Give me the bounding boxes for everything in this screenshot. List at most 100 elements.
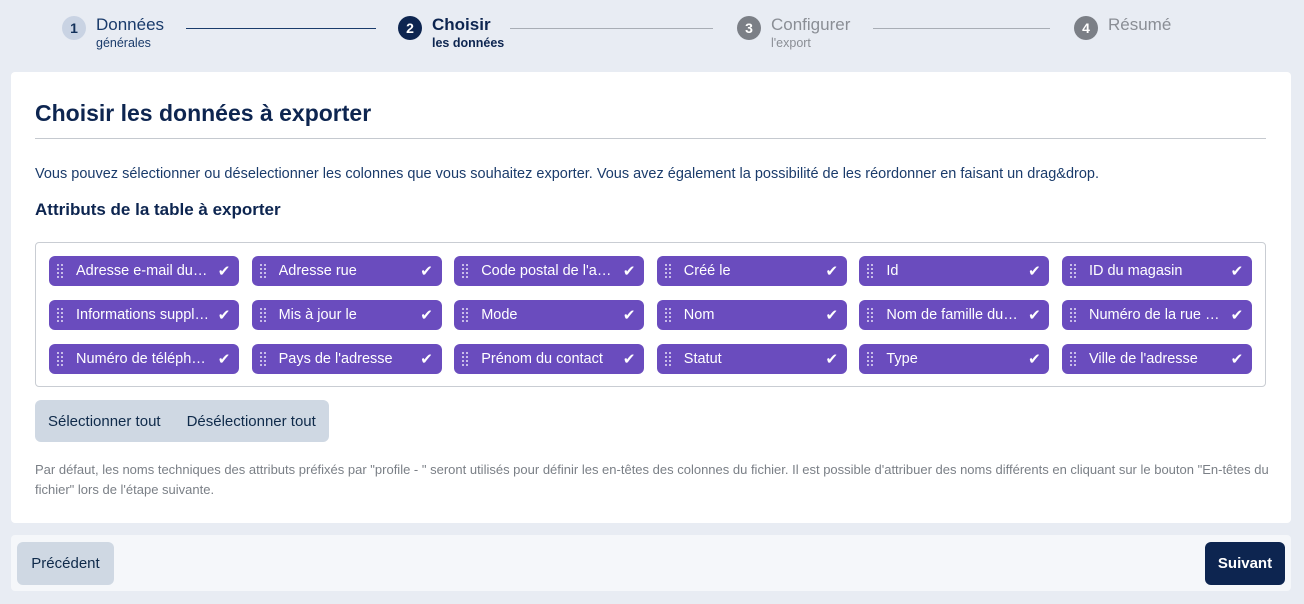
selection-button-group: Sélectionner tout Désélectionner tout bbox=[35, 400, 329, 442]
attribute-label: Adresse rue bbox=[278, 263, 357, 279]
main-card: Choisir les données à exporter Vous pouv… bbox=[11, 72, 1291, 523]
drag-handle-icon[interactable] bbox=[1069, 263, 1076, 279]
drag-handle-icon[interactable] bbox=[664, 307, 671, 323]
attribute-label: Nom de famille du c... bbox=[886, 307, 1022, 323]
step-title: Choisir bbox=[432, 15, 491, 34]
check-icon[interactable]: ✔ bbox=[622, 308, 636, 323]
attribute-chip[interactable]: Créé le ✔ bbox=[656, 256, 847, 286]
step-connector bbox=[186, 28, 376, 29]
attribute-chip[interactable]: Adresse rue ✔ bbox=[251, 256, 442, 286]
attribute-chip[interactable]: Id ✔ bbox=[859, 256, 1050, 286]
drag-handle-icon[interactable] bbox=[259, 351, 266, 367]
drag-handle-icon[interactable] bbox=[462, 263, 469, 279]
check-icon[interactable]: ✔ bbox=[420, 352, 434, 367]
check-icon[interactable]: ✔ bbox=[217, 352, 231, 367]
drag-handle-icon[interactable] bbox=[867, 307, 874, 323]
step-subtitle: l'export bbox=[771, 36, 811, 50]
check-icon[interactable]: ✔ bbox=[1027, 308, 1041, 323]
attribute-chip[interactable]: Nom ✔ bbox=[656, 300, 847, 330]
attribute-chip[interactable]: Adresse e-mail du c... ✔ bbox=[49, 256, 239, 286]
divider bbox=[35, 138, 1266, 139]
page-title: Choisir les données à exporter bbox=[35, 100, 372, 126]
attributes-grid: Adresse e-mail du c... ✔ Adresse rue ✔ Code … bbox=[49, 256, 1252, 374]
step-summary[interactable]: 4 Résumé bbox=[1074, 14, 1171, 40]
select-all-button[interactable]: Sélectionner tout bbox=[35, 400, 174, 442]
drag-handle-icon[interactable] bbox=[57, 307, 63, 323]
attribute-label: Numéro de la rue d... bbox=[1088, 307, 1224, 323]
check-icon[interactable]: ✔ bbox=[825, 352, 839, 367]
check-icon[interactable]: ✔ bbox=[1230, 264, 1244, 279]
step-number: 2 bbox=[398, 16, 422, 40]
step-number: 3 bbox=[737, 16, 761, 40]
attribute-chip[interactable]: Pays de l'adresse ✔ bbox=[251, 344, 442, 374]
attribute-label: Mis à jour le bbox=[278, 307, 357, 323]
drag-handle-icon[interactable] bbox=[1069, 307, 1076, 323]
section-title: Attributs de la table à exporter bbox=[35, 200, 281, 219]
attribute-chip[interactable]: Numéro de téléphone ✔ bbox=[49, 344, 239, 374]
attribute-chip[interactable]: Type ✔ bbox=[859, 344, 1050, 374]
attribute-chip[interactable]: Mode ✔ bbox=[454, 300, 645, 330]
check-icon[interactable]: ✔ bbox=[420, 264, 434, 279]
attribute-chip[interactable]: Mis à jour le ✔ bbox=[251, 300, 442, 330]
check-icon[interactable]: ✔ bbox=[1027, 352, 1041, 367]
attribute-label: Type bbox=[886, 351, 918, 367]
drag-handle-icon[interactable] bbox=[462, 307, 469, 323]
drag-handle-icon[interactable] bbox=[664, 351, 671, 367]
attributes-container: Adresse e-mail du c... ✔ Adresse rue ✔ Code … bbox=[35, 242, 1266, 387]
attribute-chip[interactable]: Code postal de l'adr... ✔ bbox=[454, 256, 645, 286]
attribute-label: Nom bbox=[683, 307, 715, 323]
check-icon[interactable]: ✔ bbox=[825, 264, 839, 279]
step-subtitle: générales bbox=[96, 36, 151, 50]
step-title: Données bbox=[96, 15, 165, 34]
check-icon[interactable]: ✔ bbox=[217, 264, 231, 279]
step-connector bbox=[510, 28, 713, 29]
attribute-label: Code postal de l'adr... bbox=[481, 263, 617, 279]
step-connector bbox=[873, 28, 1050, 29]
stepper: 1 Données générales 2 Choisir les donnée… bbox=[0, 0, 1304, 70]
next-button[interactable]: Suivant bbox=[1205, 542, 1285, 585]
attribute-chip[interactable]: Numéro de la rue d... ✔ bbox=[1061, 300, 1252, 330]
deselect-all-button[interactable]: Désélectionner tout bbox=[174, 400, 329, 442]
drag-handle-icon[interactable] bbox=[867, 263, 874, 279]
attribute-label: Pays de l'adresse bbox=[278, 351, 393, 367]
drag-handle-icon[interactable] bbox=[259, 263, 266, 279]
check-icon[interactable]: ✔ bbox=[420, 308, 434, 323]
step-number: 4 bbox=[1074, 16, 1098, 40]
previous-button[interactable]: Précédent bbox=[17, 542, 114, 585]
attribute-label: Prénom du contact bbox=[481, 351, 603, 367]
step-general-data[interactable]: 1 Données générales bbox=[62, 14, 164, 51]
step-subtitle: les données bbox=[432, 36, 505, 50]
attribute-chip[interactable]: Nom de famille du c... ✔ bbox=[859, 300, 1050, 330]
drag-handle-icon[interactable] bbox=[462, 351, 469, 367]
step-title: Configurer bbox=[771, 15, 851, 34]
attribute-chip[interactable]: ID du magasin ✔ bbox=[1061, 256, 1252, 286]
check-icon[interactable]: ✔ bbox=[1027, 264, 1041, 279]
attribute-label: Statut bbox=[683, 351, 722, 367]
check-icon[interactable]: ✔ bbox=[217, 308, 231, 323]
drag-handle-icon[interactable] bbox=[1069, 351, 1076, 367]
attribute-label: Informations supplé... bbox=[76, 307, 211, 323]
drag-handle-icon[interactable] bbox=[664, 263, 671, 279]
check-icon[interactable]: ✔ bbox=[1230, 352, 1244, 367]
drag-handle-icon[interactable] bbox=[259, 307, 266, 323]
step-configure-export[interactable]: 3 Configurer l'export bbox=[737, 14, 850, 51]
attribute-label: Ville de l'adresse bbox=[1088, 351, 1198, 367]
attribute-label: Créé le bbox=[683, 263, 731, 279]
drag-handle-icon[interactable] bbox=[867, 351, 874, 367]
drag-handle-icon[interactable] bbox=[57, 351, 63, 367]
attribute-label: Numéro de téléphone bbox=[76, 351, 211, 367]
step-number: 1 bbox=[62, 16, 86, 40]
attribute-label: Id bbox=[886, 263, 899, 279]
check-icon[interactable]: ✔ bbox=[1230, 308, 1244, 323]
attribute-chip[interactable]: Informations supplé... ✔ bbox=[49, 300, 239, 330]
step-title: Résumé bbox=[1108, 15, 1172, 34]
footer-bar: Précédent Suivant bbox=[11, 535, 1291, 591]
step-choose-data[interactable]: 2 Choisir les données bbox=[398, 14, 504, 51]
check-icon[interactable]: ✔ bbox=[825, 308, 839, 323]
attribute-chip[interactable]: Prénom du contact ✔ bbox=[454, 344, 645, 374]
drag-handle-icon[interactable] bbox=[57, 263, 63, 279]
check-icon[interactable]: ✔ bbox=[622, 352, 636, 367]
attribute-chip[interactable]: Ville de l'adresse ✔ bbox=[1061, 344, 1252, 374]
attribute-chip[interactable]: Statut ✔ bbox=[656, 344, 847, 374]
check-icon[interactable]: ✔ bbox=[622, 264, 636, 279]
